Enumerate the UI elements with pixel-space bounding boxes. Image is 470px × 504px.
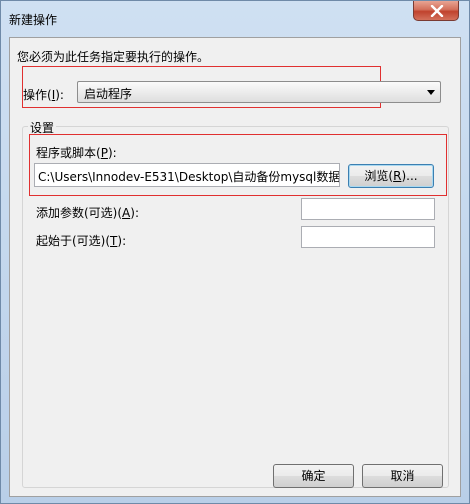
action-select-value: 启动程序 <box>84 87 133 101</box>
args-label: 添加参数(可选)(A): <box>36 206 139 220</box>
close-button[interactable] <box>413 1 459 21</box>
cancel-button[interactable]: 取消 <box>362 464 443 488</box>
ok-button[interactable]: 确定 <box>273 464 354 488</box>
action-label: 操作(I): <box>23 88 64 102</box>
chevron-down-icon <box>427 90 435 95</box>
program-label: 程序或脚本(P): <box>36 146 117 160</box>
start-in-input[interactable] <box>301 226 435 248</box>
action-select[interactable]: 启动程序 <box>77 81 441 103</box>
start-in-label: 起始于(可选)(T): <box>36 234 127 248</box>
args-input[interactable] <box>301 198 435 220</box>
new-action-dialog: 新建操作 您必须为此任务指定要执行的操作。 操作(I): 启动程序 设置 程序或… <box>0 0 470 504</box>
dialog-body: 您必须为此任务指定要执行的操作。 操作(I): 启动程序 设置 程序或脚本(P)… <box>9 37 461 497</box>
browse-button[interactable]: 浏览(R)... <box>348 164 434 188</box>
close-icon <box>430 5 444 17</box>
program-input-value: C:\Users\Innodev-E531\Desktop\自动备份mysql数… <box>38 170 340 184</box>
dialog-title: 新建操作 <box>9 13 58 27</box>
program-input[interactable]: C:\Users\Innodev-E531\Desktop\自动备份mysql数… <box>34 163 340 187</box>
instruction-text: 您必须为此任务指定要执行的操作。 <box>17 50 210 64</box>
title-bar[interactable]: 新建操作 <box>1 1 469 37</box>
